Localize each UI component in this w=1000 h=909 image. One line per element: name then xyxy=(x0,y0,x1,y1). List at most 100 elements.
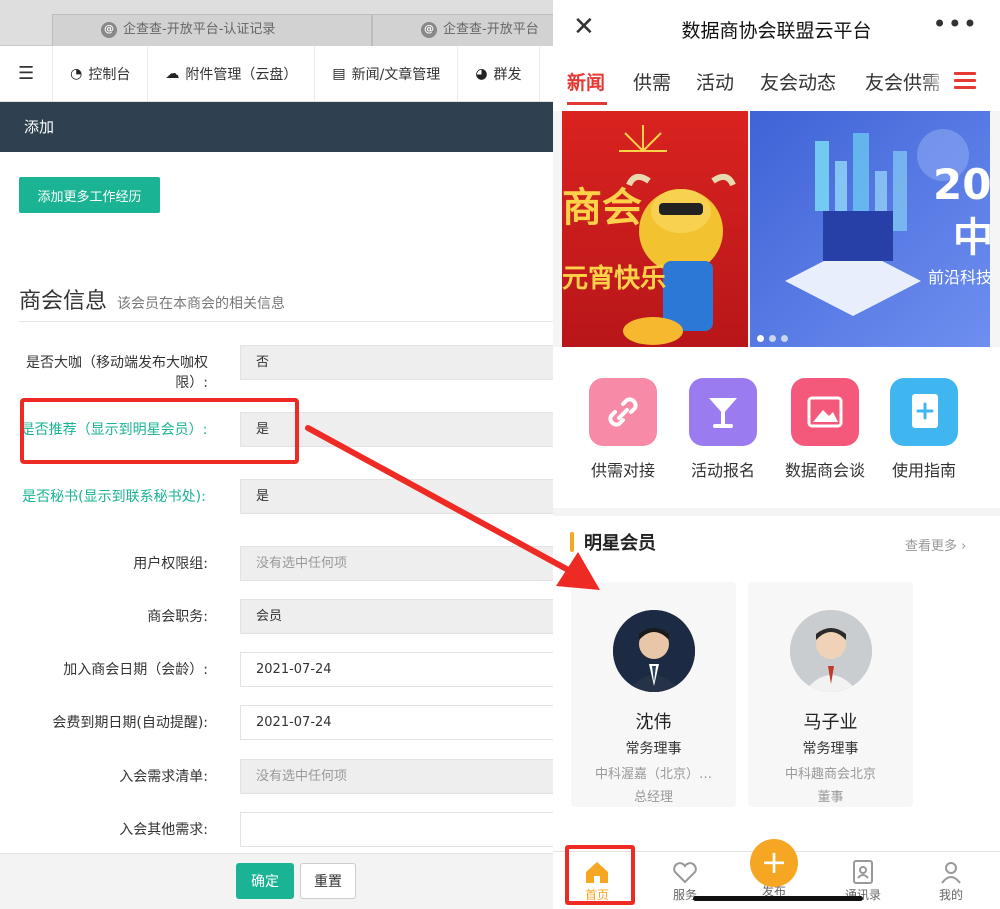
section-separator xyxy=(553,508,1000,516)
quick-link-supply[interactable]: 供需对接 xyxy=(573,378,673,481)
home-indicator xyxy=(693,896,863,901)
field-label: 是否大咖（移动端发布大咖权限）: xyxy=(26,355,208,391)
nav-label: 附件管理（云盘） xyxy=(185,66,298,83)
nav-broadcast[interactable]: ◕ 群发 xyxy=(458,46,540,101)
banner-text: 前沿科技 xyxy=(928,268,992,287)
tabbar-me[interactable]: 我的 xyxy=(916,858,986,903)
quick-link-label: 数据商会谈 xyxy=(784,461,865,480)
member-role: 常务理事 xyxy=(802,741,859,757)
app-header: ✕ 数据商协会联盟云平台 ••• xyxy=(553,0,1000,58)
plus-icon: + xyxy=(760,843,788,881)
document-add-icon xyxy=(890,378,958,446)
section-bar: 添加 xyxy=(0,102,560,152)
secretary-select[interactable]: 是 xyxy=(240,479,560,514)
section-subtitle: 该会员在本商会的相关信息 xyxy=(117,296,286,312)
section-header: 商会信息 该会员在本商会的相关信息 xyxy=(19,283,285,315)
add-experience-button[interactable]: 添加更多工作经历 xyxy=(19,177,160,213)
more-icon[interactable]: ••• xyxy=(933,10,978,38)
dashboard-icon: ◔ xyxy=(70,65,83,82)
form-footer: 确定 重置 xyxy=(0,853,560,909)
member-role: 常务理事 xyxy=(625,741,682,757)
quick-link-label: 活动报名 xyxy=(690,461,755,480)
cloud-icon: ☁ xyxy=(165,65,180,82)
quick-link-label: 供需对接 xyxy=(590,461,655,480)
nav-label: 控制台 xyxy=(88,66,131,83)
highlight-box xyxy=(565,845,635,905)
avatar xyxy=(612,610,695,692)
tab-events[interactable]: 活动 xyxy=(696,68,734,95)
member-card[interactable]: 马子业 常务理事 中科趣商会北京 董事 xyxy=(748,582,913,807)
field-label: 入会其他需求: xyxy=(119,822,208,838)
tabbar-label: 我的 xyxy=(938,888,963,902)
field-label: 入会需求清单: xyxy=(119,769,208,785)
member-card[interactable]: 沈伟 常务理事 中科渥嘉（北京）… 总经理 xyxy=(571,582,736,807)
quick-link-talks[interactable]: 数据商会谈 xyxy=(775,378,875,481)
vip-select[interactable]: 否 xyxy=(240,345,560,380)
confirm-button[interactable]: 确定 xyxy=(236,863,294,899)
reset-button[interactable]: 重置 xyxy=(300,863,356,899)
banner-text: 202 xyxy=(933,160,1000,209)
cocktail-icon xyxy=(689,378,757,446)
hamburger-icon: ☰ xyxy=(18,63,35,84)
newspaper-icon: ▤ xyxy=(332,65,346,82)
browser-tab-label: 企查查-开放平台 xyxy=(443,22,539,37)
section-title: 商会信息 xyxy=(19,289,108,314)
field-label: 会费到期日期(自动提醒): xyxy=(52,715,208,731)
quick-link-events[interactable]: 活动报名 xyxy=(673,378,773,481)
field-label: 用户权限组: xyxy=(133,556,208,572)
contacts-icon xyxy=(828,858,898,886)
needs-select[interactable]: 没有选中任何项 xyxy=(240,759,560,794)
star-members-header: 明星会员 xyxy=(570,529,656,555)
mobile-app: ✕ 数据商协会联盟云平台 ••• 新闻 供需 活动 友会动态 友会供需 商会 元… xyxy=(553,0,1000,909)
quick-link-guide[interactable]: 使用指南 xyxy=(874,378,974,481)
nav-dashboard[interactable]: ◔ 控制台 xyxy=(53,46,149,101)
view-more-link[interactable]: 查看更多 › xyxy=(905,535,966,554)
banner-text: 商会 xyxy=(562,185,642,231)
image-icon xyxy=(791,378,859,446)
browser-tab[interactable]: @ 企查查-开放平台 xyxy=(372,14,560,46)
close-icon[interactable]: ✕ xyxy=(573,12,595,42)
top-nav: ☰ ◔ 控制台 ☁ 附件管理（云盘） ▤ 新闻/文章管理 ◕ 群发 xyxy=(0,46,560,102)
banner-text: 元宵快乐 xyxy=(562,263,666,294)
member-title: 总经理 xyxy=(633,790,673,805)
browser-tab[interactable]: @ 企查查-开放平台-认证记录 xyxy=(52,14,372,46)
star-members-title: 明星会员 xyxy=(584,533,656,554)
banner-carousel[interactable]: 商会 元宵快乐 202 中 前沿科技 xyxy=(553,111,1000,347)
quick-link-label: 使用指南 xyxy=(891,461,956,480)
member-title: 董事 xyxy=(817,790,844,805)
tab-supply[interactable]: 供需 xyxy=(633,68,671,95)
nav-label: 群发 xyxy=(493,66,522,83)
expiry-date-input[interactable]: 2021-07-24 xyxy=(240,705,560,740)
tab-friend-news[interactable]: 友会动态 xyxy=(760,68,836,95)
join-date-input[interactable]: 2021-07-24 xyxy=(240,652,560,687)
divider xyxy=(19,321,560,322)
menu-toggle[interactable]: ☰ xyxy=(0,46,54,101)
avatar xyxy=(789,610,872,692)
member-org: 中科趣商会北京 xyxy=(784,767,876,782)
active-tab-indicator xyxy=(567,102,607,105)
publish-fab[interactable]: + xyxy=(750,839,798,887)
position-select[interactable]: 会员 xyxy=(240,599,560,634)
tabs-menu-icon[interactable] xyxy=(954,72,976,89)
tab-fade xyxy=(923,64,951,104)
field-label: 加入商会日期（会龄）: xyxy=(63,662,208,678)
field-label: 是否秘书(显示到联系秘书处): xyxy=(22,489,206,505)
app-title: 数据商协会联盟云平台 xyxy=(681,19,872,42)
field-label: 商会职务: xyxy=(147,609,208,625)
qichacha-icon: @ xyxy=(421,22,437,38)
nav-attachments[interactable]: ☁ 附件管理（云盘） xyxy=(148,46,316,101)
member-name: 马子业 xyxy=(803,712,858,733)
nav-news[interactable]: ▤ 新闻/文章管理 xyxy=(315,46,459,101)
tab-news[interactable]: 新闻 xyxy=(567,68,605,95)
heart-icon xyxy=(650,858,720,886)
highlight-box xyxy=(20,398,299,464)
qichacha-icon: @ xyxy=(101,22,117,38)
banner-image: 商会 元宵快乐 202 中 前沿科技 xyxy=(553,111,1000,347)
other-needs-input[interactable] xyxy=(240,812,560,847)
accent-bar xyxy=(570,532,574,552)
wechat-icon: ◕ xyxy=(475,65,488,82)
member-name: 沈伟 xyxy=(635,712,672,733)
browser-tabstrip: @ 企查查-开放平台-认证记录 @ 企查查-开放平台 xyxy=(0,0,560,46)
link-icon xyxy=(589,378,657,446)
permission-group-select[interactable]: 没有选中任何项 xyxy=(240,546,560,581)
